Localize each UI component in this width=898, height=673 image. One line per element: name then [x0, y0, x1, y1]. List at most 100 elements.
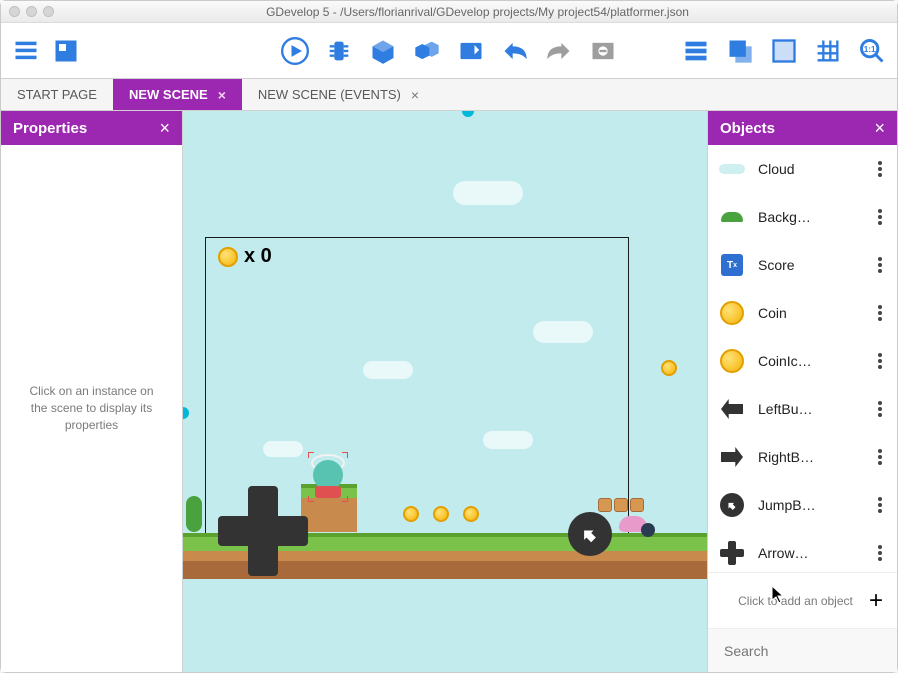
- objects-panel: Objects × Cloud Backg… Tx Score Coin CoinIc… L…: [707, 111, 897, 672]
- kebab-icon[interactable]: [873, 545, 887, 561]
- delete-button[interactable]: [588, 36, 618, 66]
- edit-object-button[interactable]: [368, 36, 398, 66]
- camera-handle-top[interactable]: [462, 111, 474, 117]
- svg-text:1:1: 1:1: [864, 45, 876, 54]
- objects-list: Cloud Backg… Tx Score Coin CoinIc… LeftBu… Righ…: [708, 145, 897, 572]
- objects-panel-header: Objects ×: [708, 111, 897, 145]
- export-button[interactable]: [51, 36, 81, 66]
- zoom-reset-button[interactable]: 1:1: [857, 36, 887, 66]
- redo-button[interactable]: [544, 36, 574, 66]
- close-window-icon[interactable]: [9, 6, 20, 17]
- kebab-icon[interactable]: [873, 257, 887, 273]
- plus-icon[interactable]: +: [869, 587, 883, 615]
- tabs-bar: START PAGE NEW SCENE × NEW SCENE (EVENTS…: [1, 79, 897, 111]
- object-item-coin[interactable]: Coin: [708, 289, 897, 337]
- close-icon[interactable]: ×: [218, 87, 226, 103]
- coin-icon: [403, 506, 419, 522]
- add-object-row[interactable]: Click to add an object +: [708, 572, 897, 628]
- object-label: Cloud: [758, 161, 861, 177]
- coin-icon: [463, 506, 479, 522]
- dpad-sprite[interactable]: [218, 486, 308, 576]
- project-manager-button[interactable]: [11, 36, 41, 66]
- object-item-arrL[interactable]: LeftBu…: [708, 385, 897, 433]
- object-label: LeftBu…: [758, 401, 861, 417]
- kebab-icon[interactable]: [873, 497, 887, 513]
- camera-handle-left[interactable]: [183, 407, 189, 419]
- search-input[interactable]: [722, 642, 898, 660]
- object-item-score[interactable]: Tx Score: [708, 241, 897, 289]
- arrL-icon: [718, 395, 746, 423]
- zoom-window-icon[interactable]: [43, 6, 54, 17]
- app-window: GDevelop 5 - /Users/florianrival/GDevelo…: [0, 0, 898, 673]
- debug-button[interactable]: [324, 36, 354, 66]
- object-item-bg[interactable]: Backg…: [708, 193, 897, 241]
- score-text: x 0: [244, 245, 272, 268]
- cloud-icon: [453, 181, 523, 205]
- object-item-jump[interactable]: JumpB…: [708, 481, 897, 529]
- object-item-coin[interactable]: CoinIc…: [708, 337, 897, 385]
- tab-label: NEW SCENE: [129, 87, 208, 102]
- object-item-cloud[interactable]: Cloud: [708, 145, 897, 193]
- close-icon[interactable]: ×: [874, 118, 885, 139]
- object-label: Backg…: [758, 209, 861, 225]
- objects-search: [708, 628, 897, 672]
- score-icon: Tx: [718, 251, 746, 279]
- object-label: Score: [758, 257, 861, 273]
- panel-title: Properties: [13, 120, 87, 137]
- layers-button[interactable]: [681, 36, 711, 66]
- minimize-window-icon[interactable]: [26, 6, 37, 17]
- object-label: CoinIc…: [758, 353, 861, 369]
- properties-panel-header: Properties ×: [1, 111, 182, 145]
- selection-handles[interactable]: [310, 454, 346, 500]
- cloud-icon: [718, 155, 746, 183]
- instances-button[interactable]: [725, 36, 755, 66]
- window-title: GDevelop 5 - /Users/florianrival/GDevelo…: [66, 5, 889, 19]
- tab-new-scene[interactable]: NEW SCENE ×: [113, 79, 242, 110]
- dpad-icon: [718, 539, 746, 567]
- coin-icon: [661, 360, 677, 376]
- scene-editor[interactable]: x 0: [183, 111, 707, 672]
- score-hud: x 0: [218, 245, 272, 268]
- jump-button-sprite[interactable]: [568, 512, 612, 556]
- tab-new-scene-events[interactable]: NEW SCENE (EVENTS) ×: [242, 79, 435, 110]
- edit-scene-button[interactable]: [456, 36, 486, 66]
- coin-icon: [433, 506, 449, 522]
- tab-label: START PAGE: [17, 87, 97, 102]
- mask-button[interactable]: [769, 36, 799, 66]
- add-object-label: Click to add an object: [722, 594, 869, 608]
- kebab-icon[interactable]: [873, 209, 887, 225]
- coin-icon: [718, 299, 746, 327]
- close-icon[interactable]: ×: [411, 87, 419, 103]
- fly-sprite: [641, 523, 655, 537]
- bg-icon: [718, 203, 746, 231]
- tab-start-page[interactable]: START PAGE: [1, 79, 113, 110]
- properties-panel: Properties × Click on an instance on the…: [1, 111, 183, 672]
- panel-title: Objects: [720, 120, 775, 137]
- kebab-icon[interactable]: [873, 401, 887, 417]
- cactus-icon: [186, 496, 202, 532]
- object-label: Arrow…: [758, 545, 861, 561]
- jump-icon: [718, 491, 746, 519]
- toolbar: 1:1: [1, 23, 897, 79]
- object-item-dpad[interactable]: Arrow…: [708, 529, 897, 572]
- kebab-icon[interactable]: [873, 305, 887, 321]
- coin-icon: [718, 347, 746, 375]
- object-label: Coin: [758, 305, 861, 321]
- play-button[interactable]: [280, 36, 310, 66]
- kebab-icon[interactable]: [873, 161, 887, 177]
- undo-button[interactable]: [500, 36, 530, 66]
- titlebar: GDevelop 5 - /Users/florianrival/GDevelo…: [1, 1, 897, 23]
- object-label: RightB…: [758, 449, 861, 465]
- window-controls[interactable]: [9, 6, 54, 17]
- kebab-icon[interactable]: [873, 449, 887, 465]
- tab-label: NEW SCENE (EVENTS): [258, 87, 401, 102]
- grid-button[interactable]: [813, 36, 843, 66]
- object-label: JumpB…: [758, 497, 861, 513]
- kebab-icon[interactable]: [873, 353, 887, 369]
- object-item-arrR[interactable]: RightB…: [708, 433, 897, 481]
- edit-group-button[interactable]: [412, 36, 442, 66]
- arrR-icon: [718, 443, 746, 471]
- coin-icon: [218, 247, 238, 267]
- bricks-icon: [598, 498, 644, 512]
- close-icon[interactable]: ×: [159, 118, 170, 139]
